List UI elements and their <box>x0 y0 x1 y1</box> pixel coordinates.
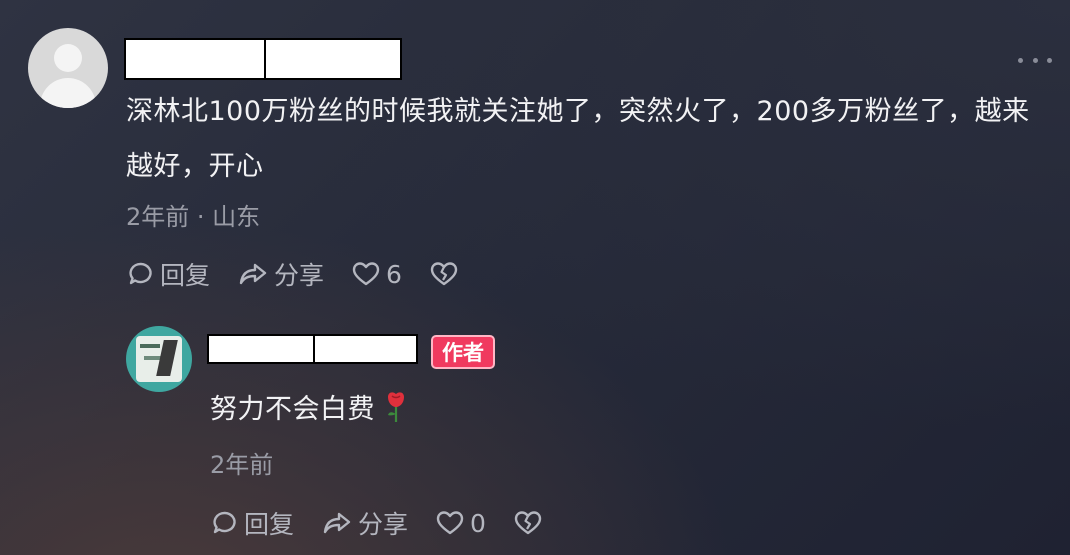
share-button[interactable]: 分享 <box>238 256 324 292</box>
comment-bubble-icon <box>213 511 236 534</box>
heart-icon <box>352 262 380 286</box>
share-arrow-icon <box>323 512 351 534</box>
author-badge: 作者 <box>431 335 495 369</box>
more-options-icon[interactable] <box>1018 54 1052 66</box>
share-label: 分享 <box>358 510 409 539</box>
username-redaction <box>124 38 402 80</box>
reply-label: 回复 <box>160 261 211 290</box>
share-arrow-icon <box>239 263 267 285</box>
comment-text: 深林北100万粉丝的时候我就关注她了，突然火了，200多万粉丝了，越来越好，开心 <box>126 96 1030 182</box>
reply-meta: 2年前 <box>210 451 274 479</box>
reply-button[interactable]: 回复 <box>128 256 210 292</box>
rose-icon <box>388 391 404 422</box>
reply-text: 努力不会白费 <box>210 394 375 425</box>
broken-heart-icon <box>514 511 542 535</box>
comment-meta: 2年前 · 山东 <box>126 203 261 231</box>
comment-bubble-icon <box>129 262 152 285</box>
heart-icon <box>436 511 464 535</box>
author-name-redaction <box>207 334 418 364</box>
like-count: 0 <box>470 508 486 538</box>
reply-like-button[interactable]: 0 <box>436 509 486 538</box>
reply-dislike-button[interactable] <box>514 510 548 536</box>
commenter-avatar[interactable] <box>28 28 108 108</box>
default-avatar-body <box>40 78 96 108</box>
dislike-button[interactable] <box>430 261 464 287</box>
reply-share-button[interactable]: 分享 <box>322 505 408 541</box>
comment-actions: 回复 分享 6 <box>128 256 492 292</box>
reply-reply-button[interactable]: 回复 <box>212 505 294 541</box>
author-avatar[interactable] <box>126 326 192 392</box>
reply-content: 努力不会白费 <box>210 387 407 426</box>
reply-label: 回复 <box>244 510 295 539</box>
like-button[interactable]: 6 <box>352 260 402 289</box>
default-avatar-head <box>54 44 82 72</box>
share-label: 分享 <box>274 261 325 290</box>
reply-actions: 回复 分享 0 <box>212 505 576 541</box>
like-count: 6 <box>386 259 402 289</box>
broken-heart-icon <box>430 262 458 286</box>
